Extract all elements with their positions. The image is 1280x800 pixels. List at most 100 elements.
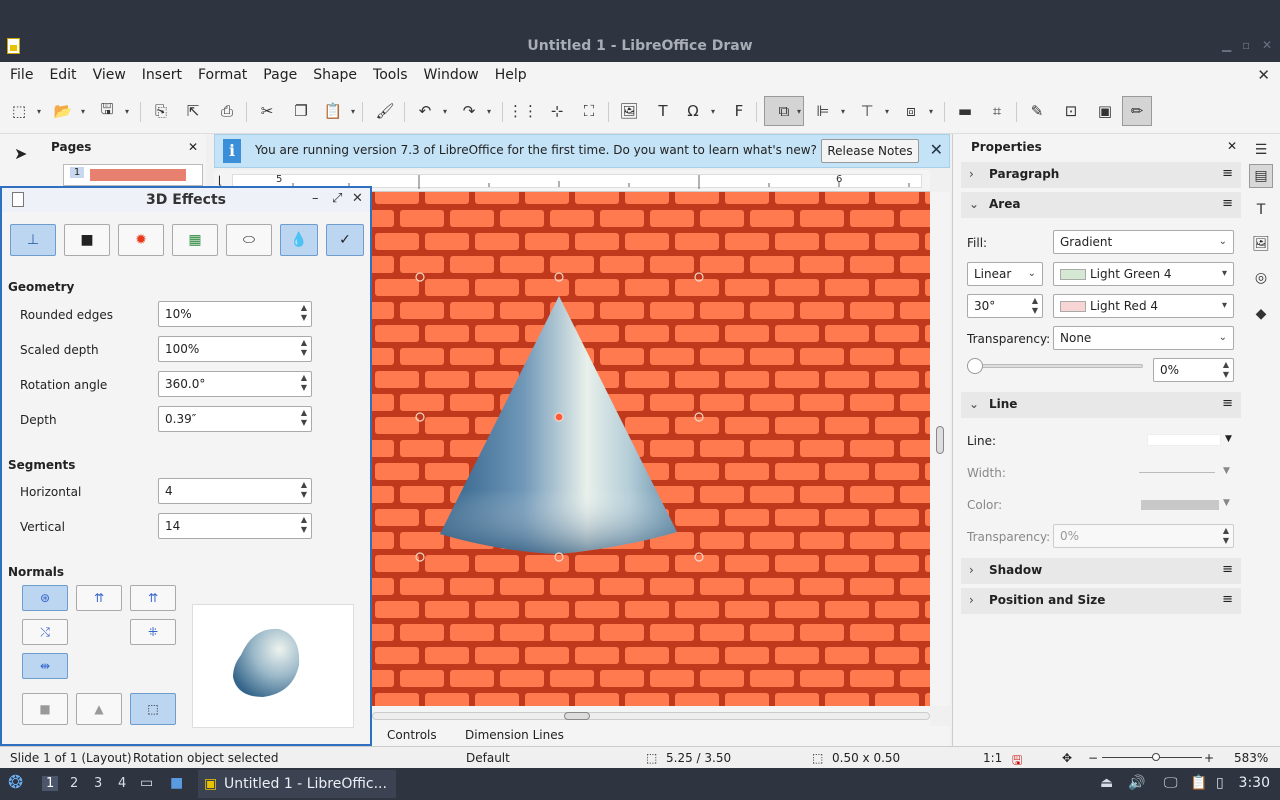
- material-tab-button[interactable]: ⬭: [226, 224, 272, 256]
- maximize-dialog-icon[interactable]: ⤢: [332, 191, 342, 206]
- more-options-icon[interactable]: ≡: [1222, 592, 1233, 607]
- line-section[interactable]: ⌄ Line ≡: [961, 392, 1241, 418]
- menu-view[interactable]: View: [87, 67, 132, 83]
- tab-controls[interactable]: Controls: [387, 728, 437, 742]
- menu-window[interactable]: Window: [418, 67, 485, 83]
- invert-normals-button[interactable]: ⤭: [22, 619, 68, 645]
- position-size-section[interactable]: › Position and Size ≡: [961, 588, 1241, 614]
- shapes-deck-icon[interactable]: ◆: [1249, 302, 1273, 326]
- line-transparency-field[interactable]: 0% ▲ ▼: [1053, 524, 1234, 548]
- properties-deck-icon[interactable]: ▤: [1249, 164, 1273, 188]
- zoom-pan-icon[interactable]: ⬚ ▾: [8, 100, 41, 122]
- export-icon[interactable]: ⎘: [150, 100, 172, 122]
- zoom-out-icon[interactable]: −: [1088, 751, 1098, 765]
- rounded-edges-field[interactable]: 10% ▲ ▼: [158, 301, 312, 327]
- save-icon[interactable]: 🖫 ▾: [96, 100, 129, 122]
- area-transparency-dropdown[interactable]: None ⌄: [1053, 326, 1234, 350]
- scaled-depth-field[interactable]: 100% ▲ ▼: [158, 336, 312, 362]
- transparency-slider[interactable]: [969, 364, 1143, 368]
- paste-icon[interactable]: 📋 ▾: [322, 100, 355, 122]
- release-notes-button[interactable]: Release Notes: [821, 139, 919, 163]
- align-icon[interactable]: ⊫ ▾: [812, 100, 845, 122]
- draw-functions-icon[interactable]: ✏: [1122, 96, 1152, 126]
- gradient-type-dropdown[interactable]: Linear ⌄: [967, 262, 1043, 286]
- insert-image-icon[interactable]: 🖼: [618, 100, 640, 122]
- rotation-angle-field[interactable]: 360.0° ▲ ▼: [158, 371, 312, 397]
- volume-icon[interactable]: 🔊: [1128, 775, 1145, 791]
- more-options-icon[interactable]: ≡: [1222, 196, 1233, 211]
- double-sided-illumination-button[interactable]: ⁜: [130, 619, 176, 645]
- select-arrow-icon[interactable]: ➤: [14, 144, 27, 163]
- fontwork-icon[interactable]: F: [728, 100, 750, 122]
- fit-page-icon[interactable]: ✥: [1062, 751, 1072, 765]
- assign-button[interactable]: 💧: [280, 224, 318, 256]
- menu-help[interactable]: Help: [489, 67, 533, 83]
- flat-normals-button[interactable]: ⇈: [76, 585, 122, 611]
- sidebar-menu-icon[interactable]: ☰: [1249, 138, 1273, 162]
- transformations-icon[interactable]: ⧉ ▾: [764, 96, 804, 126]
- insert-textbox-icon[interactable]: T: [652, 100, 674, 122]
- network-icon[interactable]: 🖵: [1164, 775, 1178, 791]
- apply-button[interactable]: ✓: [326, 224, 364, 256]
- horizontal-scrollbar[interactable]: [372, 706, 930, 726]
- gradient-from-color[interactable]: Light Green 4 ▾: [1053, 262, 1234, 286]
- close-window-icon[interactable]: ✕: [1262, 38, 1272, 52]
- export-pdf-icon[interactable]: ⇱: [182, 100, 204, 122]
- desktop-icon[interactable]: ■: [170, 775, 183, 791]
- styles-deck-icon[interactable]: T: [1249, 198, 1273, 222]
- zoom-fit-icon[interactable]: ⛶: [578, 100, 600, 122]
- horizontal-segments-field[interactable]: 4 ▲ ▼: [158, 478, 312, 504]
- special-character-icon[interactable]: Ω ▾: [682, 100, 715, 122]
- taskbar-libreoffice-draw[interactable]: ▣ Untitled 1 - LibreOffic...: [198, 770, 396, 798]
- start-menu-icon[interactable]: ❂: [8, 772, 23, 793]
- convert-to-lathe-button[interactable]: ▲: [76, 693, 122, 725]
- eject-icon[interactable]: ⏏: [1100, 775, 1113, 791]
- minimize-dialog-icon[interactable]: –: [312, 191, 319, 206]
- zoom-level[interactable]: 583%: [1234, 751, 1268, 765]
- textures-tab-button[interactable]: ▦: [172, 224, 218, 256]
- grid-icon[interactable]: ⋮⋮: [508, 100, 538, 122]
- shadow-section[interactable]: › Shadow ≡: [961, 558, 1241, 584]
- geometry-tab-button[interactable]: ⊥: [10, 224, 56, 256]
- close-pages-icon[interactable]: ✕: [188, 140, 198, 154]
- gradient-to-color[interactable]: Light Red 4 ▾: [1053, 294, 1234, 318]
- illumination-tab-button[interactable]: ✹: [118, 224, 164, 256]
- restore-icon[interactable]: ▫: [1242, 38, 1250, 52]
- vertical-scrollbar[interactable]: [930, 192, 950, 706]
- arrange-icon[interactable]: ⊤ ▾: [856, 100, 889, 122]
- close-dialog-icon[interactable]: ✕: [352, 191, 363, 206]
- menu-edit[interactable]: Edit: [43, 67, 82, 83]
- more-options-icon[interactable]: ≡: [1222, 396, 1233, 411]
- line-tool-icon[interactable]: ✎: [1026, 100, 1048, 122]
- clone-formatting-icon[interactable]: 🖌: [374, 100, 396, 122]
- line-color-dropdown[interactable]: [1141, 500, 1219, 510]
- zoom-slider-handle[interactable]: [1152, 753, 1160, 761]
- navigator-deck-icon[interactable]: ◎: [1249, 266, 1273, 290]
- menu-file[interactable]: File: [4, 67, 39, 83]
- distribute-icon[interactable]: ⧈ ▾: [900, 100, 933, 122]
- paragraph-section[interactable]: › Paragraph ≡: [961, 162, 1241, 188]
- workspace-3[interactable]: 3: [94, 776, 102, 791]
- helplines-icon[interactable]: ⊹: [546, 100, 568, 122]
- gradient-angle-field[interactable]: 30° ▲ ▼: [967, 294, 1043, 318]
- shading-tab-button[interactable]: ■: [64, 224, 110, 256]
- workspace-2[interactable]: 2: [70, 776, 78, 791]
- redo-icon[interactable]: ↷ ▾: [458, 100, 491, 122]
- menu-page[interactable]: Page: [257, 67, 303, 83]
- fill-dropdown[interactable]: Gradient ⌄: [1053, 230, 1234, 254]
- copy-icon[interactable]: ❐: [290, 100, 312, 122]
- notifications-icon[interactable]: ▯: [1216, 775, 1224, 791]
- close-sidebar-icon[interactable]: ✕: [1227, 139, 1237, 153]
- undo-icon[interactable]: ↶ ▾: [414, 100, 447, 122]
- gallery-deck-icon[interactable]: 🖼: [1249, 232, 1273, 256]
- clipboard-icon[interactable]: 📋: [1190, 775, 1207, 791]
- print-icon[interactable]: ⎙: [216, 100, 238, 122]
- perspective-button[interactable]: ⬚: [130, 693, 176, 725]
- zoom-in-icon[interactable]: +: [1204, 751, 1214, 765]
- transparency-slider-handle[interactable]: [967, 358, 983, 374]
- menu-tools[interactable]: Tools: [367, 67, 414, 83]
- toggle-extrusion-icon[interactable]: ▣: [1094, 100, 1116, 122]
- spherical-normals-button[interactable]: ⇈: [130, 585, 176, 611]
- close-infobar-icon[interactable]: ✕: [930, 140, 943, 159]
- workspace-4[interactable]: 4: [118, 776, 126, 791]
